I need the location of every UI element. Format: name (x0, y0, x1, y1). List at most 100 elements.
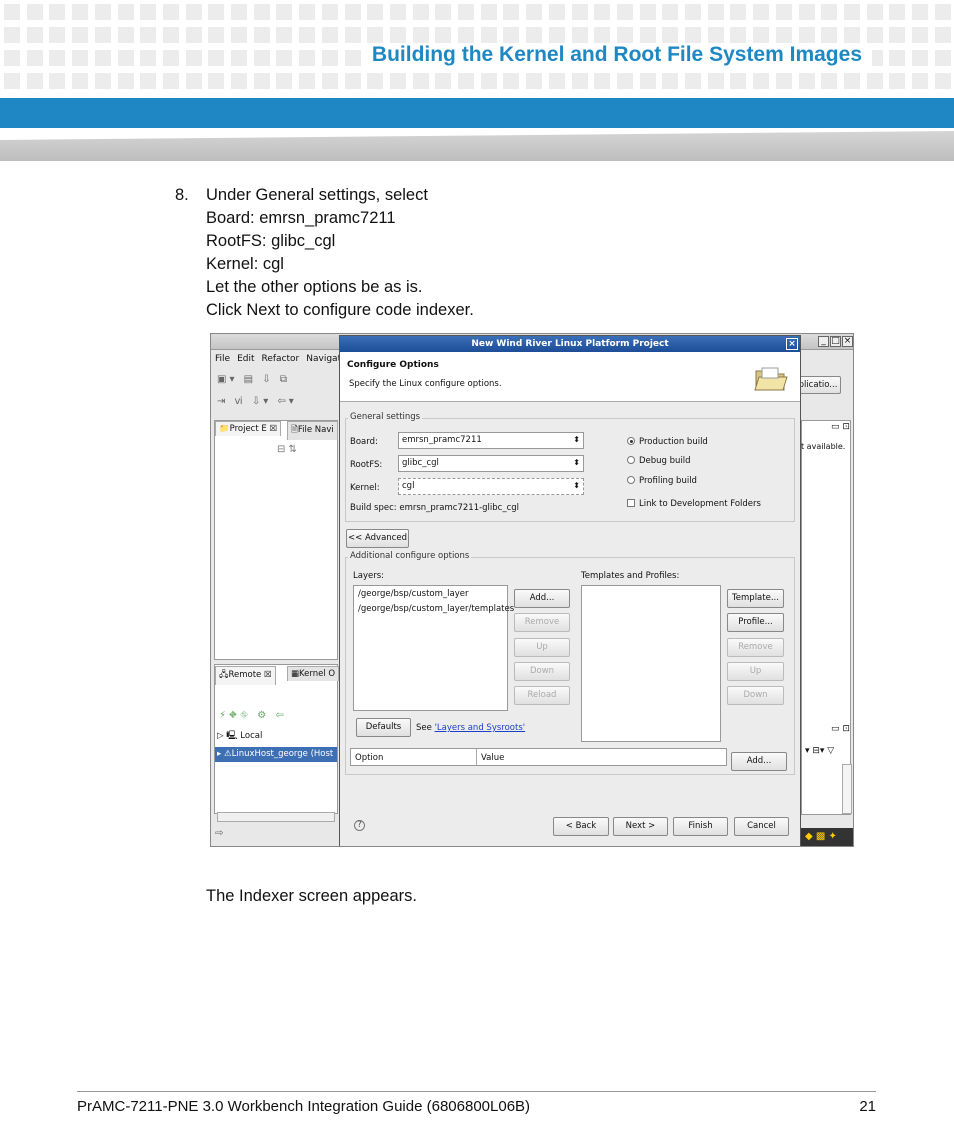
layer-remove-button[interactable]: Remove (514, 613, 570, 632)
collapse-icon[interactable]: ⊟ ⇅ (277, 444, 297, 455)
panel-minimize-icon[interactable]: ▭ ⊡ (831, 422, 850, 432)
step-line: Under General settings, select (206, 186, 428, 204)
templates-list[interactable] (581, 585, 721, 742)
tree-item-host[interactable]: ▸ ⚠LinuxHost_george (Host (215, 747, 337, 762)
finish-button[interactable]: Finish (673, 817, 728, 836)
panel-minimize-icon-2[interactable]: ▭ ⊡ (831, 724, 850, 734)
ide-toolbar-2[interactable]: ⇥ ⅵ ⇩▾ ⇦▾ (217, 396, 337, 407)
header-pattern-square (594, 27, 611, 43)
help-icon[interactable]: ? (354, 820, 365, 831)
header-pattern-square (162, 50, 179, 66)
tray-icons[interactable]: ◆ ▩ ✦ (805, 831, 837, 842)
header-pattern-square (185, 73, 202, 89)
header-pattern-square (185, 4, 202, 20)
header-pattern-square (458, 73, 474, 89)
templates-label: Templates and Profiles: (581, 571, 680, 581)
radio-production-build[interactable]: Production build (627, 437, 708, 447)
folder-icon: 📁 (219, 424, 230, 434)
header-pattern-square (912, 27, 928, 43)
back-button[interactable]: < Back (553, 817, 609, 836)
header-pattern-square (231, 73, 247, 89)
ide-toolbar[interactable]: ▣▾ ▤ ⇩ ⧉ (217, 374, 337, 390)
tab-kernel[interactable]: ▦Kernel O (287, 666, 340, 681)
radio-profiling-build[interactable]: Profiling build (627, 476, 697, 486)
page-header-title: Building the Kernel and Root File System… (361, 43, 872, 67)
application-button[interactable]: plicatio... (795, 376, 841, 394)
checkbox-link-development-folders[interactable]: Link to Development Folders (627, 499, 761, 509)
header-pattern-square (775, 27, 792, 43)
tree-item-local[interactable]: ▷ 🖳 Local (217, 730, 262, 744)
template-remove-button[interactable]: Remove (727, 638, 784, 657)
list-item[interactable]: /george/bsp/custom_layer (354, 586, 507, 601)
header-pattern-square (344, 4, 361, 20)
layer-up-button[interactable]: Up (514, 638, 570, 657)
value-column-header[interactable]: Value (481, 753, 504, 763)
general-settings-label: General settings (348, 412, 423, 422)
next-button[interactable]: Next > (613, 817, 668, 836)
template-button[interactable]: Template... (727, 589, 784, 608)
header-pattern-square (94, 4, 111, 20)
dialog-heading: Configure Options (347, 360, 439, 370)
header-pattern-square (934, 27, 951, 43)
advanced-button[interactable]: << Advanced (346, 529, 409, 548)
header-pattern-square (934, 73, 951, 89)
remote-toolbar[interactable]: ⚡⛖⛗ ⚙ ⇦ (219, 710, 287, 721)
host-icon: ⚠ (223, 749, 232, 759)
radio-debug-build[interactable]: Debug build (627, 456, 691, 466)
minimize-icon[interactable]: _ (818, 336, 829, 347)
option-column-header[interactable]: Option (355, 753, 383, 763)
defaults-button[interactable]: Defaults (356, 718, 411, 737)
list-item[interactable]: /george/bsp/custom_layer/templates (354, 601, 514, 616)
status-icon[interactable]: ⇨ (215, 828, 223, 839)
layers-label: Layers: (353, 571, 384, 581)
header-pattern-square (821, 4, 838, 20)
header-pattern-square (321, 4, 338, 20)
dialog-close-icon[interactable]: × (786, 338, 798, 350)
header-pattern-square (253, 27, 270, 43)
layer-reload-button[interactable]: Reload (514, 686, 570, 705)
profile-button[interactable]: Profile... (727, 613, 784, 632)
header-pattern-square (26, 27, 43, 43)
layers-list[interactable]: /george/bsp/custom_layer /george/bsp/cus… (353, 585, 514, 711)
header-pattern-square (231, 27, 247, 43)
close-icon[interactable]: × (842, 336, 853, 347)
header-pattern-square (548, 27, 565, 43)
layers-sysroots-link[interactable]: 'Layers and Sysroots' (435, 723, 526, 733)
layer-add-button[interactable]: Add... (514, 589, 570, 608)
step-line: Kernel: cgl (206, 255, 284, 273)
header-pattern-square (72, 27, 89, 43)
option-add-button[interactable]: Add... (731, 752, 787, 771)
template-down-button[interactable]: Down (727, 686, 784, 705)
kernel-select[interactable]: cgl ⬍ (398, 478, 584, 495)
header-pattern-square (49, 27, 66, 43)
menu-edit[interactable]: Edit (237, 354, 254, 364)
menu-file[interactable]: File (215, 354, 230, 364)
header-pattern-square (594, 4, 611, 20)
tab-file-navigator[interactable]: 🗎File Navi (287, 421, 338, 440)
maximize-icon[interactable]: □ (830, 336, 841, 347)
header-pattern-square (843, 73, 860, 89)
step-line: RootFS: glibc_cgl (206, 232, 336, 250)
header-pattern-square (662, 27, 679, 43)
header-pattern-square (208, 4, 225, 20)
header-pattern-square (435, 4, 452, 20)
header-pattern-square (685, 73, 701, 89)
header-pattern-square (480, 73, 497, 89)
tab-remote[interactable]: 🖧Remote ☒ (215, 666, 276, 685)
layer-down-button[interactable]: Down (514, 662, 570, 681)
header-pattern-square (26, 4, 43, 20)
template-up-button[interactable]: Up (727, 662, 784, 681)
header-pattern-square (639, 27, 656, 43)
tab-project-explorer[interactable]: 📁Project E ☒ (215, 421, 282, 436)
caption-text: The Indexer screen appears. (206, 887, 417, 905)
vertical-scrollbar[interactable] (842, 764, 852, 814)
cancel-button[interactable]: Cancel (734, 817, 789, 836)
board-select[interactable]: emrsn_pramc7211 ⬍ (398, 432, 584, 449)
header-pattern-square (276, 4, 293, 20)
rootfs-select[interactable]: glibc_cgl ⬍ (398, 455, 584, 472)
view-menu-icon[interactable]: ▾ ⊟▾ ▽ (805, 746, 834, 756)
header-pattern-square (571, 27, 588, 43)
header-pattern-square (639, 73, 656, 89)
menu-refactor[interactable]: Refactor (262, 354, 300, 364)
horizontal-scrollbar[interactable] (217, 812, 335, 822)
